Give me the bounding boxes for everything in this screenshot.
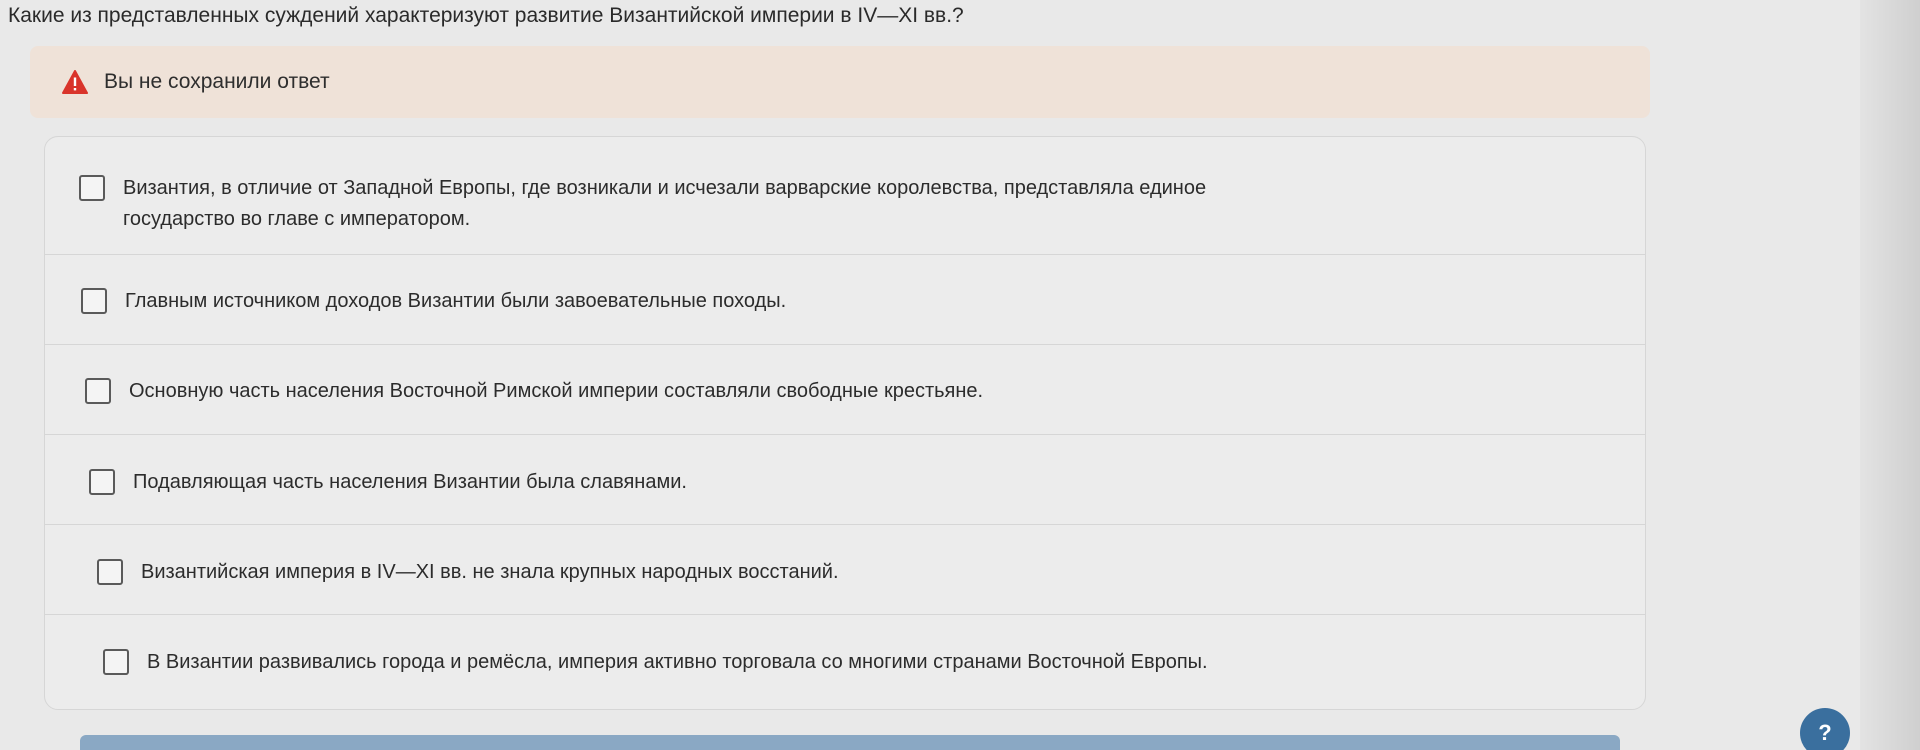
- option-label: Главным источником доходов Византии были…: [125, 290, 787, 312]
- option-checkbox[interactable]: [89, 469, 115, 495]
- option-label: Подавляющая часть населения Византии был…: [133, 471, 687, 493]
- option-label: Византийская империя в IV—XI вв. не знал…: [141, 561, 839, 583]
- side-shade: [1860, 0, 1920, 750]
- option-checkbox[interactable]: [81, 288, 107, 314]
- answer-option[interactable]: Основную часть населения Восточной Римск…: [45, 345, 1645, 435]
- option-label: Основную часть населения Восточной Римск…: [129, 380, 984, 402]
- answer-options: Византия, в отличие от Западной Европы, …: [44, 136, 1646, 710]
- option-checkbox[interactable]: [97, 559, 123, 585]
- question-text: Какие из представленных суждений характе…: [8, 4, 964, 27]
- option-checkbox[interactable]: [79, 175, 105, 201]
- answer-option[interactable]: Византийская империя в IV—XI вв. не знал…: [45, 525, 1645, 615]
- option-label: Византия, в отличие от Западной Европы, …: [123, 177, 1207, 230]
- answer-option[interactable]: Подавляющая часть населения Византии был…: [45, 435, 1645, 525]
- bottom-bar: [80, 735, 1620, 750]
- quiz-page: Какие из представленных суждений характе…: [0, 0, 1920, 750]
- warning-icon: [62, 70, 88, 94]
- option-label: В Византии развивались города и ремёсла,…: [147, 651, 1208, 673]
- alert-text: Вы не сохранили ответ: [104, 70, 330, 93]
- answer-option[interactable]: В Византии развивались города и ремёсла,…: [45, 615, 1645, 709]
- option-checkbox[interactable]: [85, 378, 111, 404]
- unsaved-answer-alert: Вы не сохранили ответ: [30, 46, 1650, 118]
- answer-option[interactable]: Главным источником доходов Византии были…: [45, 255, 1645, 345]
- option-checkbox[interactable]: [103, 649, 129, 675]
- answer-option[interactable]: Византия, в отличие от Западной Европы, …: [45, 137, 1645, 255]
- help-button[interactable]: ?: [1800, 708, 1850, 750]
